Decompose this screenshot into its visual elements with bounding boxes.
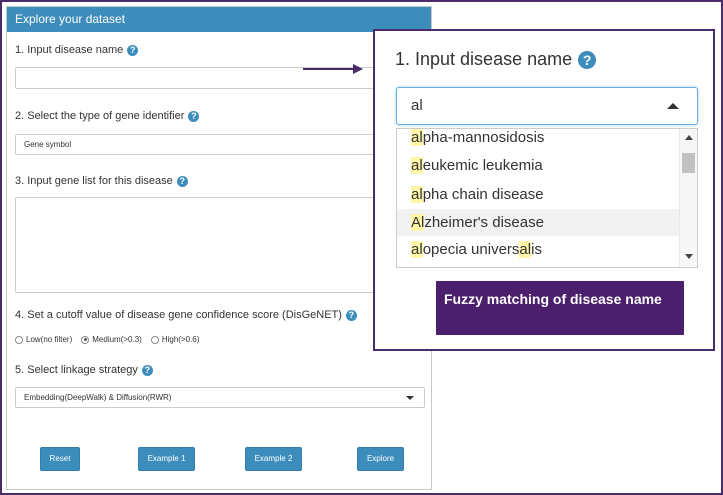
- suggestion-item[interactable]: alpha chain disease: [397, 181, 679, 208]
- suggestion-rest: pha-mannosidosis: [422, 129, 545, 146]
- identifier-label: 2. Select the type of gene identifier ?: [15, 110, 200, 122]
- disease-name-label: 1. Input disease name ?: [15, 44, 139, 56]
- suggestion-item[interactable]: aleukemic leukemia: [397, 152, 679, 179]
- suggestion-rest: zheimer's disease: [424, 214, 544, 231]
- reset-button[interactable]: Reset: [40, 447, 80, 471]
- match-highlight: Al: [411, 214, 425, 231]
- zoom-title: 1. Input disease name ?: [395, 49, 597, 70]
- chevron-up-icon[interactable]: [667, 103, 679, 109]
- cutoff-option-low-label: Low(no filter): [26, 335, 73, 344]
- identifier-select[interactable]: Gene symbol: [15, 134, 381, 155]
- suggestion-item-active[interactable]: Alzheimer's disease: [397, 209, 679, 236]
- cutoff-option-medium-label: Medium(>0.3): [92, 335, 142, 344]
- scroll-down-icon[interactable]: [685, 254, 693, 259]
- radio-high[interactable]: [150, 335, 159, 344]
- radio-medium[interactable]: [81, 335, 90, 344]
- arrow-right-icon: [303, 64, 363, 74]
- suggestion-item[interactable]: alopecia universalis: [397, 236, 679, 263]
- suggestion-rest: pha chain disease: [422, 186, 544, 203]
- help-icon[interactable]: ?: [176, 175, 188, 187]
- disease-name-label-text: 1. Input disease name: [15, 44, 124, 56]
- explore-panel: Explore your dataset 1. Input disease na…: [6, 6, 432, 490]
- help-icon[interactable]: ?: [345, 309, 357, 321]
- match-highlight: al: [411, 129, 423, 146]
- dropdown-scrollbar[interactable]: [679, 129, 697, 267]
- linkage-label: 5. Select linkage strategy ?: [15, 364, 153, 376]
- chevron-down-icon: [406, 396, 414, 400]
- help-icon[interactable]: ?: [127, 44, 139, 56]
- example1-button[interactable]: Example 1: [138, 447, 195, 471]
- suggestion-rest: opecia univers: [422, 241, 520, 258]
- suggestion-rest: eukemic leukemia: [422, 157, 543, 174]
- panel-header: Explore your dataset: [7, 7, 431, 32]
- gene-list-label-text: 3. Input gene list for this disease: [15, 175, 173, 187]
- scroll-thumb[interactable]: [682, 153, 695, 173]
- identifier-select-value: Gene symbol: [24, 140, 72, 149]
- cutoff-label-text: 4. Set a cutoff value of disease gene co…: [15, 309, 342, 321]
- help-icon[interactable]: ?: [578, 50, 597, 69]
- suggestion-rest: is: [531, 241, 542, 258]
- zoom-title-text: 1. Input disease name: [395, 49, 573, 69]
- fuzzy-matching-caption: Fuzzy matching of disease name: [436, 281, 684, 335]
- suggestion-dropdown: alpha-mannosidosis aleukemic leukemia al…: [396, 128, 698, 268]
- explore-button[interactable]: Explore: [357, 447, 404, 471]
- linkage-select-value: Embedding(DeepWalk) & Diffusion(RWR): [24, 393, 172, 402]
- zoom-disease-input[interactable]: al: [396, 87, 698, 125]
- zoom-input-value: al: [411, 97, 423, 114]
- zoom-callout: 1. Input disease name ? al alpha-mannosi…: [373, 29, 715, 351]
- suggestion-item[interactable]: alpha-mannosidosis: [397, 129, 679, 151]
- cutoff-option-high-label: High(>0.6): [161, 335, 200, 344]
- scroll-up-icon[interactable]: [685, 135, 693, 140]
- cutoff-radio-group: Low(no filter) Medium(>0.3) High(>0.6): [15, 335, 199, 344]
- linkage-select[interactable]: Embedding(DeepWalk) & Diffusion(RWR): [15, 387, 425, 408]
- linkage-label-text: 5. Select linkage strategy: [15, 364, 138, 376]
- cutoff-option-low[interactable]: Low(no filter): [15, 335, 72, 344]
- help-icon[interactable]: ?: [188, 110, 200, 122]
- gene-list-label: 3. Input gene list for this disease ?: [15, 175, 188, 187]
- cutoff-label: 4. Set a cutoff value of disease gene co…: [15, 309, 357, 321]
- radio-low[interactable]: [15, 335, 23, 344]
- cutoff-option-medium[interactable]: Medium(>0.3): [81, 335, 142, 344]
- cutoff-option-high[interactable]: High(>0.6): [150, 335, 200, 344]
- match-highlight: al: [411, 186, 423, 203]
- identifier-label-text: 2. Select the type of gene identifier: [15, 110, 185, 122]
- match-highlight: al: [411, 157, 423, 174]
- example2-button[interactable]: Example 2: [245, 447, 302, 471]
- gene-list-textarea[interactable]: [15, 197, 381, 293]
- match-highlight: al: [411, 241, 423, 258]
- match-highlight: al: [519, 241, 532, 258]
- help-icon[interactable]: ?: [141, 364, 153, 376]
